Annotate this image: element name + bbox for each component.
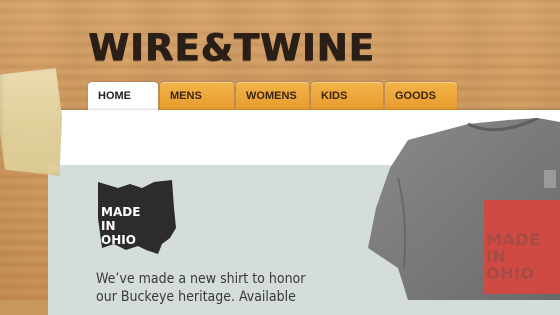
made-in-ohio-badge: MADE IN OHIO bbox=[101, 205, 140, 247]
shirt-line-ohio: OHIO bbox=[486, 264, 535, 283]
feature-description: We’ve made a new shirt to honor our Buck… bbox=[96, 270, 326, 306]
shirt-line-made: MADE bbox=[486, 230, 541, 249]
badge-line-ohio: OHIO bbox=[101, 233, 136, 247]
tab-kids[interactable]: KIDS bbox=[311, 82, 383, 110]
site-logo[interactable]: WIRE&TWINE bbox=[88, 26, 375, 70]
masking-tape bbox=[0, 68, 62, 176]
tab-goods[interactable]: GOODS bbox=[385, 82, 457, 110]
tab-mens[interactable]: MENS bbox=[160, 82, 234, 110]
badge-line-made: MADE bbox=[101, 205, 141, 219]
shirt-print-text: MADE IN OHIO bbox=[486, 231, 541, 282]
feature-line-1: We’ve made a new shirt to honor bbox=[96, 271, 306, 287]
tab-womens[interactable]: WOMENS bbox=[236, 82, 309, 110]
feature-line-2: our Buckeye heritage. Available bbox=[96, 289, 296, 305]
tab-home[interactable]: HOME bbox=[88, 82, 158, 112]
shirt-line-in: IN bbox=[486, 247, 507, 266]
badge-line-in: IN bbox=[101, 219, 116, 233]
